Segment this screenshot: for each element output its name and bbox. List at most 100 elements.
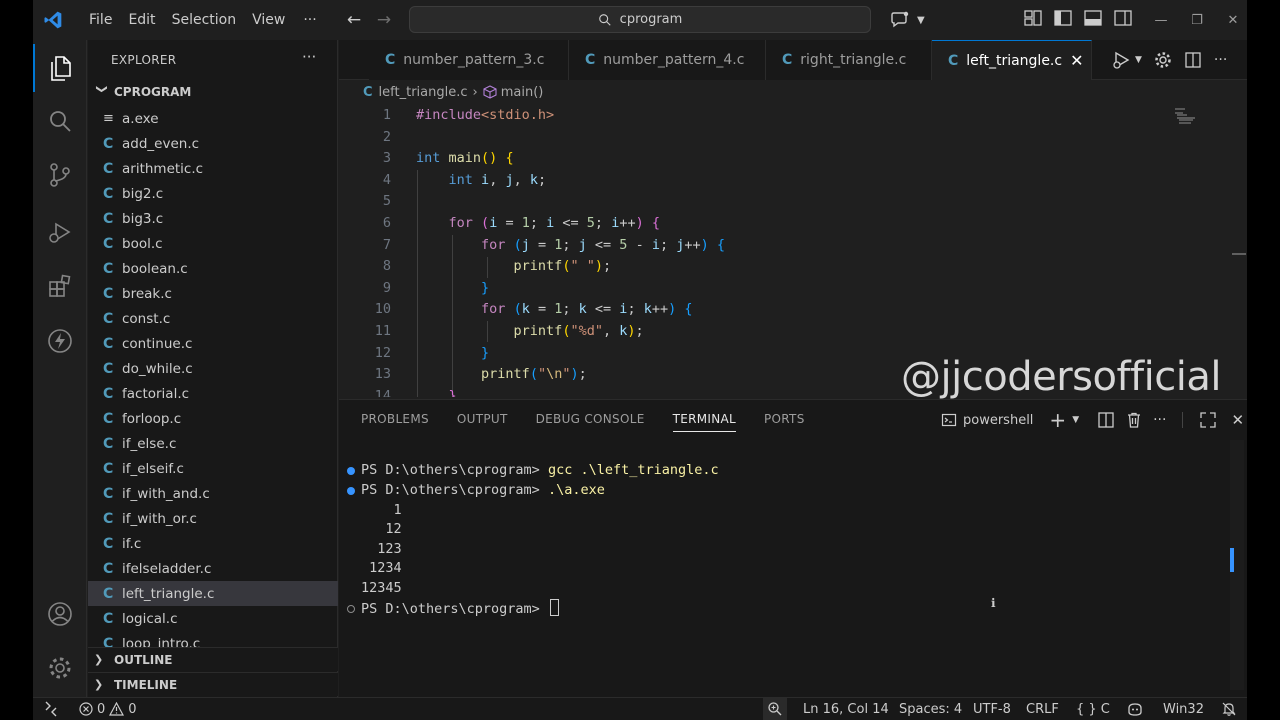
language-mode[interactable]: { } C	[1076, 698, 1110, 720]
platform-indicator[interactable]: Win32	[1163, 698, 1204, 720]
code-line: 3 int main() {	[339, 148, 1199, 170]
close-panel-icon[interactable]: ✕	[1231, 411, 1244, 429]
file-item[interactable]: Cbig2.c	[88, 181, 338, 206]
maximize-panel-icon[interactable]	[1199, 411, 1217, 429]
menu-selection[interactable]: Selection	[164, 0, 245, 40]
zoom-indicator[interactable]	[763, 698, 787, 720]
problems-indicator[interactable]: 0 0	[79, 698, 137, 720]
file-item[interactable]: Cbig3.c	[88, 206, 338, 231]
c-file-icon: C	[103, 435, 114, 452]
menu-view[interactable]: View	[244, 0, 293, 40]
encoding[interactable]: UTF-8	[973, 698, 1011, 720]
extensions-activity-icon[interactable]	[33, 262, 87, 310]
chevron-down-icon[interactable]: ▼	[1135, 55, 1142, 65]
command-success-dot[interactable]	[347, 487, 355, 495]
file-item[interactable]: Cforloop.c	[88, 406, 338, 431]
minimize-icon[interactable]: —	[1143, 13, 1179, 28]
gear-icon[interactable]	[1154, 51, 1172, 69]
c-file-icon: C	[103, 585, 114, 602]
file-item[interactable]: Cif_else.c	[88, 431, 338, 456]
settings-gear-icon[interactable]	[33, 644, 87, 692]
file-item[interactable]: Cfactorial.c	[88, 381, 338, 406]
tab-debug-console[interactable]: DEBUG CONSOLE	[536, 402, 645, 436]
menu-more-button[interactable]: ···	[293, 12, 326, 28]
source-control-activity-icon[interactable]	[33, 151, 87, 199]
close-tab-icon[interactable]: ✕	[1070, 51, 1083, 70]
remote-indicator[interactable]	[33, 698, 69, 720]
copilot-status-icon[interactable]	[1126, 698, 1144, 720]
breadcrumb-file[interactable]: left_triangle.c	[379, 85, 468, 100]
code-text: printf("%d", k);	[513, 323, 644, 339]
copilot-button[interactable]: ▼	[881, 7, 941, 33]
lightning-extension-icon[interactable]	[33, 317, 87, 365]
file-item[interactable]: Cbreak.c	[88, 281, 338, 306]
run-debug-activity-icon[interactable]	[33, 208, 87, 256]
file-item[interactable]: Cif_elseif.c	[88, 456, 338, 481]
file-item[interactable]: Cadd_even.c	[88, 131, 338, 156]
file-item[interactable]: Cif_with_and.c	[88, 481, 338, 506]
code-text: }	[481, 344, 490, 361]
file-item[interactable]: Cifelseladder.c	[88, 556, 338, 581]
file-item[interactable]: Cdo_while.c	[88, 356, 338, 381]
new-terminal-plus-icon[interactable]: +	[1049, 408, 1066, 432]
chevron-down-icon[interactable]: ▼	[1072, 415, 1079, 425]
file-item[interactable]: Cif_with_or.c	[88, 506, 338, 531]
forward-arrow-icon[interactable]: →	[373, 9, 395, 31]
tab-right-triangle[interactable]: C right_triangle.c	[766, 40, 932, 80]
command-pending-dot[interactable]	[347, 605, 355, 613]
tab-problems[interactable]: PROBLEMS	[361, 402, 429, 436]
toggle-secondary-sidebar-icon[interactable]	[1113, 8, 1133, 28]
menu-edit[interactable]: Edit	[120, 0, 163, 40]
explorer-activity-icon[interactable]	[33, 44, 87, 92]
more-actions-icon[interactable]: ···	[1214, 52, 1227, 68]
split-editor-icon[interactable]	[1184, 51, 1202, 69]
file-item[interactable]: Carithmetic.c	[88, 156, 338, 181]
timeline-section[interactable]: ❯ TIMELINE	[88, 672, 338, 696]
command-center-search[interactable]: cprogram	[409, 6, 871, 33]
tab-number-pattern-4[interactable]: C number_pattern_4.c	[569, 40, 766, 80]
notifications-bell-icon[interactable]	[1221, 698, 1237, 720]
file-item[interactable]: Cbool.c	[88, 231, 338, 256]
menu-file[interactable]: File	[81, 0, 120, 40]
search-activity-icon[interactable]	[33, 97, 87, 145]
restore-icon[interactable]: ❐	[1179, 13, 1215, 28]
file-item[interactable]: Cif.c	[88, 531, 338, 556]
file-item[interactable]: Cboolean.c	[88, 256, 338, 281]
binary-file-icon: ≡	[103, 111, 114, 126]
end-of-line[interactable]: CRLF	[1026, 698, 1059, 720]
code-line: 8 printf(" ");	[339, 256, 1199, 278]
terminal-output[interactable]: PS D:\others\cprogram> gcc .\left_triang…	[339, 460, 1229, 690]
command-success-dot[interactable]	[347, 467, 355, 475]
split-terminal-icon[interactable]	[1097, 411, 1115, 429]
more-actions-icon[interactable]: ···	[1153, 412, 1166, 428]
back-arrow-icon[interactable]: ←	[343, 9, 365, 31]
file-item[interactable]: Clogical.c	[88, 606, 338, 631]
file-item[interactable]: Ccontinue.c	[88, 331, 338, 356]
toggle-panel-icon[interactable]	[1083, 8, 1103, 28]
explorer-more-button[interactable]: ···	[302, 48, 316, 66]
terminal-scroll-thumb[interactable]	[1230, 548, 1234, 572]
folder-header[interactable]: ❯ CPROGRAM	[88, 81, 338, 103]
tab-ports[interactable]: PORTS	[764, 402, 805, 436]
cursor-position[interactable]: Ln 16, Col 14	[803, 698, 889, 720]
trash-icon[interactable]	[1125, 411, 1143, 429]
account-icon[interactable]	[33, 590, 87, 638]
toggle-primary-sidebar-icon[interactable]	[1053, 8, 1073, 28]
file-item[interactable]: ≡ a.exe	[88, 106, 338, 131]
code-line: 5	[339, 191, 1199, 213]
minimap-preview[interactable]	[1173, 107, 1197, 125]
tab-terminal[interactable]: TERMINAL	[672, 402, 737, 436]
close-window-icon[interactable]: ✕	[1215, 13, 1247, 28]
file-item[interactable]: Cconst.c	[88, 306, 338, 331]
tab-output[interactable]: OUTPUT	[457, 402, 508, 436]
run-code-icon[interactable]	[1111, 50, 1131, 70]
file-item[interactable]: Cleft_triangle.c	[88, 581, 338, 606]
customize-layout-icon[interactable]	[1023, 8, 1043, 28]
tab-left-triangle[interactable]: C left_triangle.c ✕	[932, 40, 1092, 80]
tab-number-pattern-3[interactable]: C number_pattern_3.c	[369, 40, 569, 80]
breadcrumb-symbol[interactable]: main()	[501, 85, 544, 100]
outline-section[interactable]: ❯ OUTLINE	[88, 647, 338, 671]
indentation[interactable]: Spaces: 4	[899, 698, 962, 720]
terminal-profile[interactable]: powershell	[941, 412, 1033, 428]
vscode-logo-icon[interactable]	[43, 10, 63, 30]
